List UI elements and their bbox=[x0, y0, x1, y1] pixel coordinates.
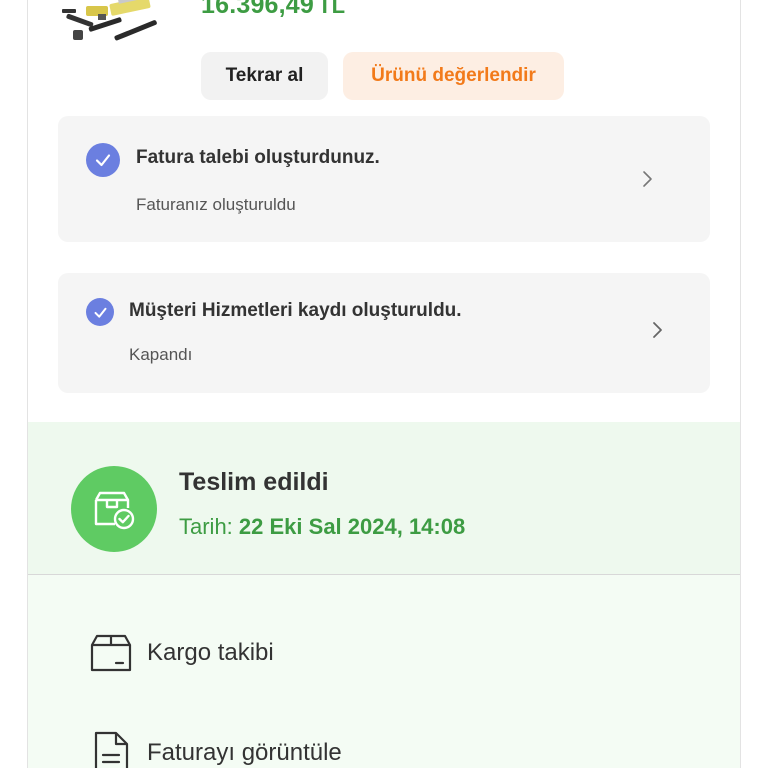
cargo-tracking-link[interactable]: Kargo takibi bbox=[89, 631, 274, 675]
card-subtitle: Kapandı bbox=[129, 345, 193, 364]
view-invoice-link[interactable]: Faturayı görüntüle bbox=[89, 731, 342, 768]
invoice-request-card[interactable]: Fatura talebi oluşturdunuz. Faturanız ol… bbox=[58, 116, 710, 242]
action-label: Faturayı görüntüle bbox=[147, 739, 342, 766]
delivery-status: Teslim edildi bbox=[179, 468, 329, 496]
card-subtitle: Faturanız oluşturuldu bbox=[136, 195, 296, 214]
delivery-date-label: Tarih: bbox=[179, 514, 233, 539]
review-product-button[interactable]: Ürünü değerlendir bbox=[343, 52, 564, 100]
delivery-date: Tarih: 22 Eki Sal 2024, 14:08 bbox=[179, 514, 465, 540]
document-icon bbox=[89, 731, 133, 768]
check-icon bbox=[86, 143, 120, 177]
delivery-status-section: Teslim edildi Tarih: 22 Eki Sal 2024, 14… bbox=[28, 422, 740, 574]
action-label: Kargo takibi bbox=[147, 639, 274, 666]
package-delivered-icon bbox=[71, 466, 157, 552]
price-value: 16.396,49 bbox=[201, 0, 315, 19]
price-currency: TL bbox=[318, 0, 346, 18]
product-price: 16.396,49 TL bbox=[201, 0, 345, 20]
chevron-right-icon bbox=[643, 171, 652, 187]
card-title: Müşteri Hizmetleri kaydı oluşturuldu. bbox=[129, 300, 462, 321]
product-image[interactable] bbox=[58, 0, 178, 54]
chevron-right-icon bbox=[653, 322, 662, 338]
card-title: Fatura talebi oluşturdunuz. bbox=[136, 147, 380, 168]
rebuy-button[interactable]: Tekrar al bbox=[201, 52, 328, 100]
customer-service-card[interactable]: Müşteri Hizmetleri kaydı oluşturuldu. Ka… bbox=[58, 273, 710, 393]
order-actions: Kargo takibi Faturayı görüntüle bbox=[28, 575, 740, 768]
box-icon bbox=[89, 631, 133, 675]
check-icon bbox=[86, 298, 114, 326]
delivery-date-value: 22 Eki Sal 2024, 14:08 bbox=[238, 514, 466, 539]
